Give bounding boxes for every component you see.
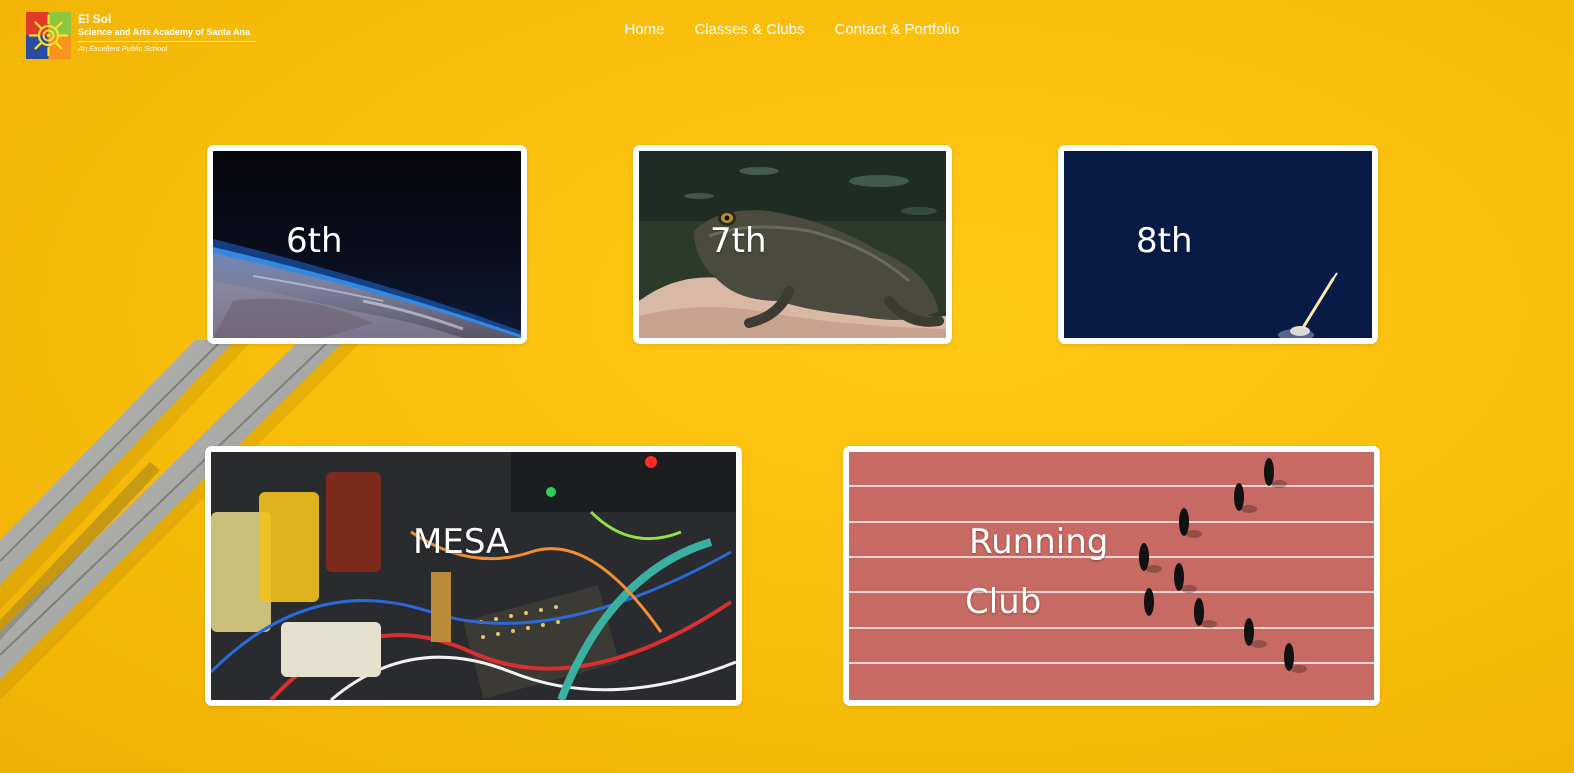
main-nav: Home Classes & Clubs Contact & Portfolio xyxy=(0,20,1574,40)
card-8th-label: 8th xyxy=(1136,221,1193,261)
card-running-label-line2: Club xyxy=(965,582,1042,622)
card-7th-label: 7th xyxy=(710,221,767,261)
card-7th-grade[interactable]: 7th xyxy=(633,145,952,344)
frog-in-hand-image xyxy=(639,151,946,338)
card-8th-grade[interactable]: 8th xyxy=(1058,145,1378,344)
electronics-wires-image xyxy=(211,452,736,700)
nav-contact-portfolio-link[interactable]: Contact & Portfolio xyxy=(835,20,960,40)
card-6th-grade[interactable]: 6th xyxy=(207,145,527,344)
nav-home-link[interactable]: Home xyxy=(624,20,664,40)
earth-from-space-image xyxy=(213,151,521,338)
nav-classes-clubs-link[interactable]: Classes & Clubs xyxy=(694,20,804,40)
running-track-image xyxy=(849,452,1374,700)
card-mesa-label: MESA xyxy=(413,522,510,562)
rocket-launch-image xyxy=(1064,151,1372,338)
card-running-club[interactable]: Running Club xyxy=(843,446,1380,706)
card-running-label-line1: Running xyxy=(969,522,1109,562)
card-mesa-club[interactable]: MESA xyxy=(205,446,742,706)
school-tagline: An Excellent Public School xyxy=(78,44,168,53)
card-6th-label: 6th xyxy=(286,221,343,261)
